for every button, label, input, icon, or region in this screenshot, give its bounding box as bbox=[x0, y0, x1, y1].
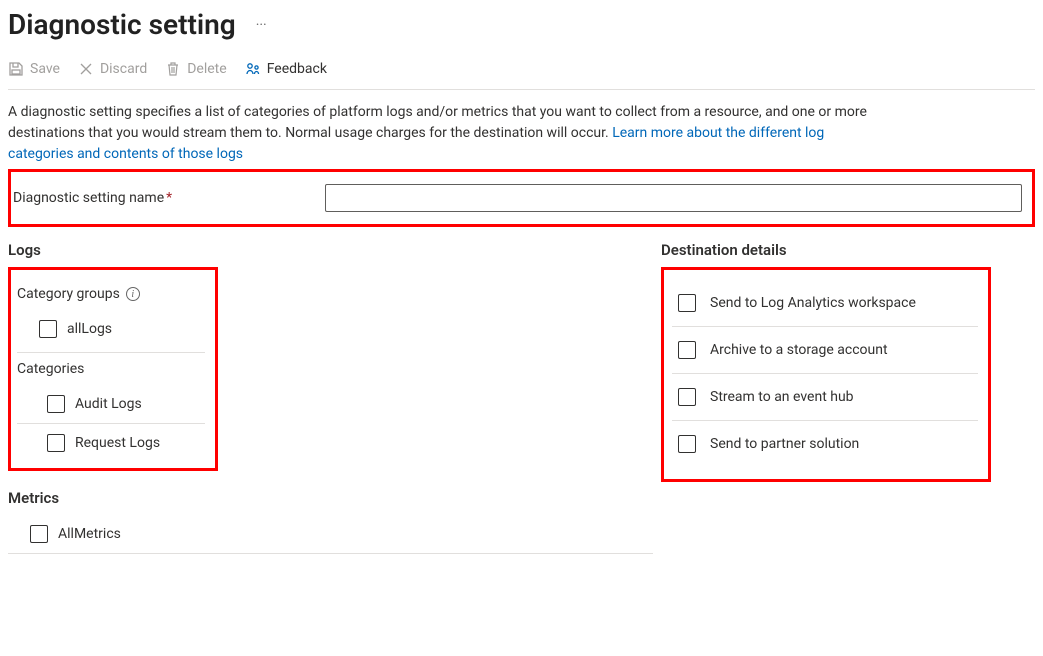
logs-section-title: Logs bbox=[8, 241, 653, 259]
dest-row-event-hub: Stream to an event hub bbox=[672, 374, 978, 421]
all-metrics-label: AllMetrics bbox=[58, 526, 121, 542]
save-label: Save bbox=[30, 61, 60, 77]
destination-section-title: Destination details bbox=[661, 241, 1035, 259]
audit-logs-checkbox[interactable] bbox=[47, 395, 65, 413]
partner-checkbox[interactable] bbox=[678, 435, 696, 453]
divider bbox=[17, 352, 205, 353]
setting-name-input[interactable] bbox=[325, 184, 1022, 212]
all-metrics-checkbox[interactable] bbox=[30, 525, 48, 543]
destination-box: Send to Log Analytics workspace Archive … bbox=[661, 267, 991, 482]
save-icon bbox=[8, 61, 24, 77]
all-logs-label: allLogs bbox=[67, 321, 112, 337]
metrics-section-title: Metrics bbox=[8, 489, 653, 507]
event-hub-checkbox[interactable] bbox=[678, 388, 696, 406]
setting-name-label: Diagnostic setting name* bbox=[13, 190, 313, 206]
request-logs-checkbox[interactable] bbox=[47, 434, 65, 452]
discard-label: Discard bbox=[100, 61, 147, 77]
checkbox-row-audit-logs: Audit Logs bbox=[17, 385, 205, 424]
feedback-icon bbox=[245, 61, 261, 77]
checkbox-row-all-metrics: AllMetrics bbox=[8, 515, 653, 554]
save-button[interactable]: Save bbox=[8, 61, 60, 77]
dest-row-storage: Archive to a storage account bbox=[672, 327, 978, 374]
all-logs-checkbox[interactable] bbox=[39, 320, 57, 338]
partner-label: Send to partner solution bbox=[710, 436, 859, 452]
toolbar: Save Discard Delete Feedback bbox=[8, 53, 1035, 90]
close-icon bbox=[78, 61, 94, 77]
log-analytics-checkbox[interactable] bbox=[678, 294, 696, 312]
info-icon[interactable]: i bbox=[126, 287, 140, 301]
feedback-button[interactable]: Feedback bbox=[245, 61, 327, 77]
dest-row-partner: Send to partner solution bbox=[672, 421, 978, 467]
required-asterisk: * bbox=[166, 190, 172, 206]
trash-icon bbox=[165, 61, 181, 77]
log-analytics-label: Send to Log Analytics workspace bbox=[710, 295, 916, 311]
logs-box: Category groups i allLogs Categories Aud… bbox=[8, 267, 218, 471]
setting-name-row: Diagnostic setting name* bbox=[8, 169, 1035, 227]
dest-row-log-analytics: Send to Log Analytics workspace bbox=[672, 280, 978, 327]
checkbox-row-request-logs: Request Logs bbox=[17, 424, 205, 462]
description-text: A diagnostic setting specifies a list of… bbox=[8, 102, 888, 165]
more-menu-button[interactable]: ··· bbox=[252, 17, 271, 33]
request-logs-label: Request Logs bbox=[75, 435, 160, 451]
delete-label: Delete bbox=[187, 61, 226, 77]
delete-button[interactable]: Delete bbox=[165, 61, 226, 77]
checkbox-row-all-logs: allLogs bbox=[17, 310, 205, 348]
page-title: Diagnostic setting bbox=[8, 8, 236, 41]
category-groups-header: Category groups i bbox=[17, 286, 205, 302]
storage-label: Archive to a storage account bbox=[710, 342, 888, 358]
discard-button[interactable]: Discard bbox=[78, 61, 147, 77]
feedback-label: Feedback bbox=[267, 61, 327, 77]
audit-logs-label: Audit Logs bbox=[75, 396, 142, 412]
storage-checkbox[interactable] bbox=[678, 341, 696, 359]
categories-header: Categories bbox=[17, 361, 205, 377]
event-hub-label: Stream to an event hub bbox=[710, 389, 854, 405]
